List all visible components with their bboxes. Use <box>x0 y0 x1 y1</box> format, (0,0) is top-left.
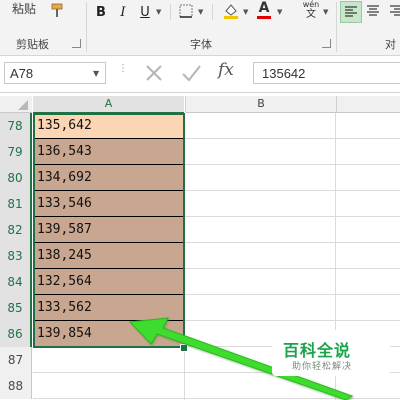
watermark-title: 百科全说 <box>283 341 352 360</box>
watermark-subtitle: 助你轻松解决 <box>292 362 353 372</box>
